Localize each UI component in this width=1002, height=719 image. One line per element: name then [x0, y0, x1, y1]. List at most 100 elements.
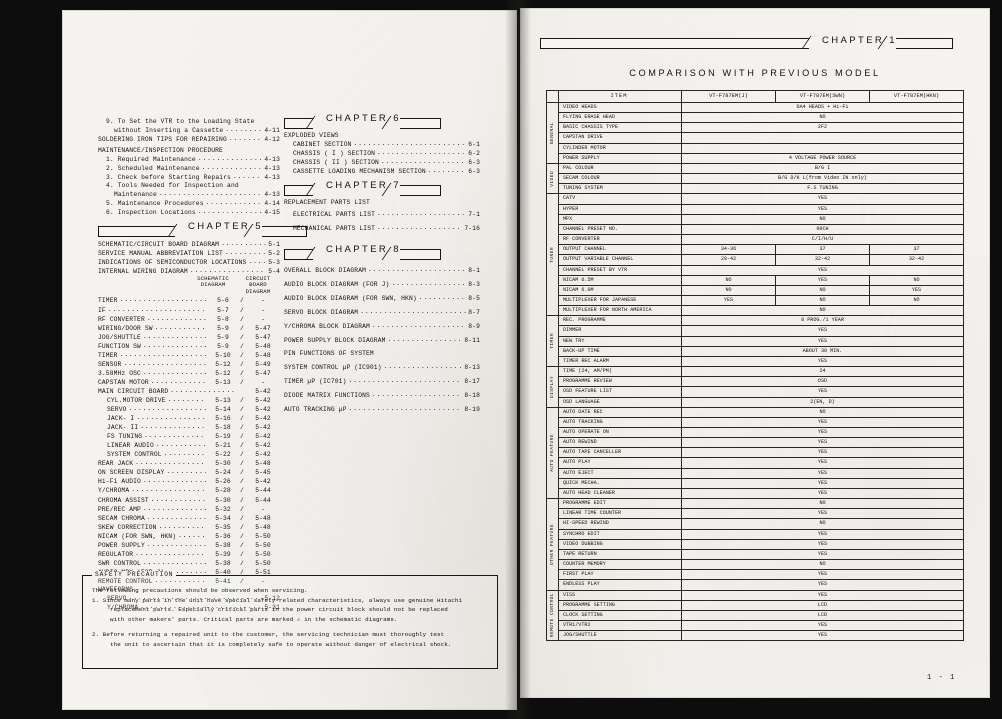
toc-entry-page: 8-17: [464, 378, 480, 386]
row-group-label: DISPLAY: [546, 366, 559, 408]
table-cell-item: FIRST PLAY: [558, 569, 682, 581]
table-cell-value-spanning: 99CH: [681, 223, 964, 236]
table-row: NICAM 6.5M NO YES NO: [547, 274, 964, 286]
toc-leader-dots: ........................................…: [377, 224, 462, 232]
table-cell-value: YES: [775, 274, 870, 286]
row-group-label: REMOTE CONTROL: [546, 589, 559, 642]
toc-entry: SYSTEM CONTROL µP (IC901)...............…: [284, 360, 480, 374]
toc-entry-page: 6-3: [468, 168, 480, 176]
table-cell-value-spanning: 2F2: [681, 122, 964, 134]
toc-leader-dots: ........................................…: [142, 558, 206, 566]
toc-leader-dots: ........................................…: [224, 248, 266, 256]
toc-leader-dots: ........................................…: [140, 423, 206, 431]
table-cell-item: REC. PROGRAMME: [558, 315, 682, 327]
toc-page-circuit-board: 5-48: [255, 460, 271, 468]
toc-entry-label: AUDIO BLOCK DIAGRAM (FOR SWN, HKN): [284, 295, 417, 303]
table-cell-item: POWER SUPPLY: [558, 152, 682, 164]
chapter-banner: CHAPTER 6: [284, 114, 480, 129]
toc-entry-dual: FS TUNING...............................…: [98, 432, 280, 441]
toc-entry-label: CHASSIS ( II ) SECTION: [293, 159, 379, 167]
table-row: DIMMER YES: [547, 325, 964, 337]
toc-leader-dots: ........................................…: [383, 363, 463, 371]
toc-entry-dual: LINEAR AUDIO............................…: [98, 441, 280, 450]
toc-entry-label: DIODE MATRIX FUNCTIONS: [284, 392, 370, 400]
toc-entry: without Inserting a Cassette............…: [98, 126, 280, 135]
toc-entry-dual: JACK- I.................................…: [98, 414, 280, 423]
row-group-label: AUTO FEATURE: [546, 406, 559, 500]
table-cell-item: MPX: [558, 213, 682, 225]
table-cell-value-spanning: NO: [681, 406, 964, 418]
row-group-label: TUNER: [546, 193, 559, 317]
chapter-banner: CHAPTER 1: [540, 35, 970, 50]
toc-entry-page: 4-11: [264, 127, 280, 135]
toc-entry-page: 8-13: [464, 364, 480, 372]
table-row: QUICK MECHA. YES: [547, 477, 964, 489]
toc-entry-dual: JOG/SHUTTLE.............................…: [98, 333, 280, 342]
toc-entry-label: REAR JACK: [98, 460, 134, 468]
toc-entry-page: 7-16: [464, 225, 480, 233]
toc-page-circuit-board: 5-47: [255, 333, 271, 341]
chapter-banner: CHAPTER 5: [98, 221, 307, 237]
table-cell-value-spanning: YES: [681, 426, 964, 439]
toc-entry: POWER SUPPLY BLOCK DIAGRAM..............…: [284, 333, 480, 347]
toc-entry-label: 3.58MHz OSC: [98, 369, 141, 377]
toc-leader-dots: ........................................…: [131, 486, 206, 494]
toc-entry-dual: REAR JACK...............................…: [98, 459, 280, 468]
table-row: VIDEO PAL COLOUR B/G I: [546, 162, 964, 195]
toc-page-separator: /: [240, 532, 244, 540]
table-cell-value-spanning: [681, 142, 964, 154]
toc-entry-dual: SENSOR..................................…: [98, 360, 280, 369]
table-cell-value: YES: [869, 284, 964, 296]
toc-entry-label: POWER SUPPLY: [98, 541, 145, 549]
safety-precaution-body: The following precautions should be obse…: [83, 576, 497, 650]
toc-entry: CHASSIS ( II ) SECTION..................…: [284, 158, 480, 167]
table-cell-item: VIDEO HEADS: [558, 101, 682, 114]
toc-entry-label: CYL.MOTOR DRIVE: [107, 397, 166, 404]
toc-page-separator: /: [240, 460, 244, 468]
toc-page-separator: /: [240, 415, 244, 423]
table-cell-item: RF CONVERTER: [558, 234, 682, 246]
toc-leader-dots: ........................................…: [119, 296, 206, 304]
table-cell-item: DIMMER: [558, 325, 682, 337]
table-cell-value-spanning: YES: [681, 355, 964, 368]
toc-leader-dots: ........................................…: [170, 386, 236, 394]
toc-leader-dots: ........................................…: [146, 513, 206, 521]
table-row: MULTIPLEXER FOR NORTH AMERICA NO: [547, 305, 964, 317]
toc-leader-dots: ........................................…: [221, 239, 266, 247]
toc-leader-dots: ........................................…: [197, 155, 263, 163]
table-cell-value-spanning: YES: [681, 528, 964, 540]
toc-leader-dots: ........................................…: [228, 135, 263, 143]
toc-entry-dual: Hi-Fi AUDIO.............................…: [98, 477, 280, 486]
banner-right-bar: [399, 185, 441, 197]
table-cell-value: 32-42: [775, 254, 870, 266]
chapter-banner: CHAPTER 8: [284, 245, 480, 261]
toc-leader-dots: ........................................…: [360, 308, 466, 316]
toc-leader-dots: ........................................…: [158, 190, 262, 198]
toc-page-separator: /: [240, 523, 244, 531]
toc-entry-page: 5-4: [268, 267, 280, 275]
group-header-cell: [546, 90, 559, 103]
toc-entry-page: 8-1: [468, 267, 480, 275]
safety-item-2-line-1: 2. Before returning a repaired unit to t…: [92, 631, 445, 639]
table-cell-item: VIDEO DUBBING: [558, 538, 682, 550]
toc-entry-dual: FUNCTION SW.............................…: [98, 342, 280, 351]
toc-page-schematic: 5-21: [215, 442, 231, 450]
toc-entry-label: CAPSTAN MOTOR: [98, 378, 149, 386]
table-cell-value: YES: [681, 294, 776, 307]
toc-entry: INDICATIONS OF SEMICONDUCTOR LOCATIONS..…: [98, 258, 280, 267]
toc-entry-label: Hi-Fi AUDIO: [98, 478, 141, 486]
toc-page-separator: /: [240, 487, 244, 495]
table-cell-item: OUTPUT VARIABLE CHANNEL: [558, 254, 682, 266]
toc-entry-page: 4-12: [264, 136, 280, 144]
toc-page-circuit-board: 5-42: [255, 451, 271, 459]
toc-entry-label: 1. Required Maintenance: [106, 156, 196, 164]
toc-leader-dots: ........................................…: [123, 359, 206, 367]
table-row: DISPLAY TIME (24, AM/PM) 24: [546, 366, 964, 408]
right-page-sheet: CHAPTER 1 COMPARISON WITH PREVIOUS MODEL…: [520, 8, 990, 698]
toc-entry: CASSETTE LOADING MECHANISM SECTION......…: [284, 167, 480, 176]
table-cell-value-spanning: YES: [681, 630, 964, 642]
toc-leader-dots: ........................................…: [146, 540, 206, 548]
toc-entry-label: CHASSIS ( I ) SECTION: [293, 150, 375, 158]
toc-col-head-circuit-board: CIRCUIT BOARD DIAGRAM: [245, 274, 271, 295]
toc-entry: MECHANICAL PARTS LIST...................…: [284, 221, 480, 235]
